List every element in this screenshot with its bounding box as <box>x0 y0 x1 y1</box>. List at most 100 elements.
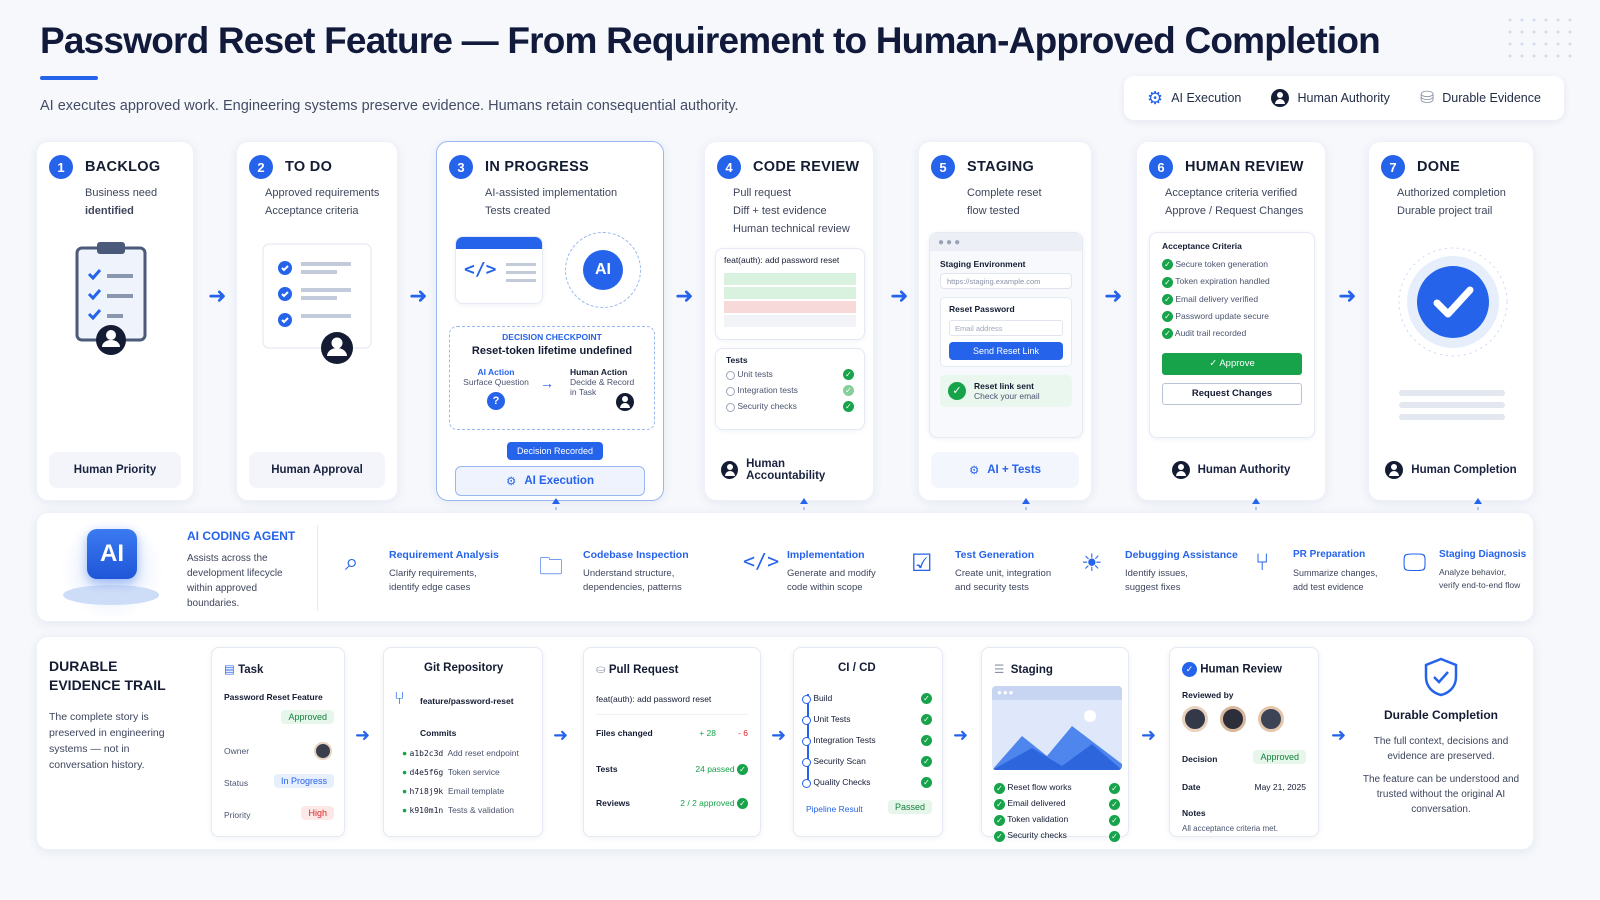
legend-evidence-label: Durable Evidence <box>1442 91 1541 105</box>
circle-icon <box>726 386 735 396</box>
legend-evidence: ⛁ Durable Evidence <box>1420 88 1541 108</box>
stage-number: 7 <box>1381 155 1405 179</box>
files-label: Files changed <box>596 728 653 738</box>
stage-desc-line: Approved requirements <box>265 187 380 199</box>
ai-orb: AI <box>565 232 641 308</box>
legend-human-label: Human Authority <box>1297 91 1390 105</box>
pipeline-step: Integration Tests ✓ <box>802 730 932 751</box>
stage-desc-line: Business need <box>85 187 158 199</box>
commit-hash: d4e5f6g <box>409 768 444 777</box>
check-icon: ✓ <box>994 782 1005 794</box>
human-review-header: ✓ Human Review <box>1182 662 1282 677</box>
send-reset-link-button[interactable]: Send Reset Link <box>949 342 1063 360</box>
test-row: Security checks ✓ <box>726 401 854 412</box>
stage-title: STAGING <box>967 159 1035 175</box>
stage-desc-line: flow tested <box>967 205 1020 217</box>
ai-coding-agent-panel: AI AI CODING AGENT Assists across the de… <box>36 512 1534 622</box>
stage-title: TO DO <box>285 159 333 175</box>
server-icon: ☰ <box>994 664 1005 676</box>
circle-icon <box>726 402 735 412</box>
completion-title: Durable Completion <box>1383 708 1498 722</box>
git-card: Git Repository ⑂ feature/password-reset … <box>383 647 543 837</box>
stage-desc-line: identified <box>85 205 134 217</box>
criteria-label: Token expiration handled <box>1175 276 1270 287</box>
pipeline-result-label: Pipeline Result <box>806 804 863 814</box>
diff-added <box>724 273 856 285</box>
check-icon: ✓ <box>994 830 1005 842</box>
check-icon: ✓ <box>1162 276 1173 288</box>
stage-number: 6 <box>1149 155 1173 179</box>
stage-footer-label: AI Execution <box>524 475 594 487</box>
reviews-value: 2 / 2 approved ✓ <box>680 798 748 810</box>
email-field[interactable]: Email address <box>949 320 1063 336</box>
stage-number: 4 <box>717 155 741 179</box>
criteria-item: ✓ Secure token generation <box>1162 259 1302 271</box>
chip-icon: ⚙ <box>1147 87 1164 108</box>
ci-cd-card: CI / CD Build ✓ Unit Tests ✓ Integration T… <box>793 647 943 837</box>
sent-notice: ✓ Reset link sent Check your email <box>940 375 1072 407</box>
monitor-icon: 🖵 <box>1403 549 1427 576</box>
task-card: ▤ Task Password Reset Feature Approved O… <box>211 647 345 837</box>
stage-desc: AI-assisted implementation Tests created <box>485 184 617 220</box>
form-title: Reset Password <box>949 304 1015 314</box>
staging-header: ☰ Staging <box>994 662 1053 676</box>
ai-action: AI Action Surface Question ? <box>460 367 532 410</box>
pr-title: Pull Request <box>608 664 679 676</box>
stage-done: 7 DONE Authorized completion Durable proj… <box>1368 141 1534 501</box>
commit-row: ● d4e5f6g Token service <box>402 767 542 786</box>
ci-title: CI / CD <box>838 662 876 674</box>
criteria-item: ✓ Audit trail recorded <box>1162 328 1302 340</box>
check-icon: ✓ <box>994 814 1005 826</box>
stage-desc-line: AI-assisted implementation <box>485 187 618 199</box>
arrow-icon: ➜ <box>553 725 569 745</box>
chip-icon: ⚙ <box>968 465 980 477</box>
branch-icon: ⑂ <box>394 688 405 708</box>
status-label: Status <box>224 778 249 788</box>
stage-footer: ⚙ AI Execution <box>455 466 645 496</box>
test-row: Integration tests ✓ <box>726 385 854 396</box>
tests-label: Tests <box>596 764 618 774</box>
stage-desc: Business need identified <box>85 184 157 220</box>
branch-icon: ⑂ <box>1255 549 1270 576</box>
capability-desc-line: Analyze behavior, <box>1439 567 1507 577</box>
arrow-icon: ➜ <box>1331 725 1347 745</box>
stage-human-review: 6 HUMAN REVIEW Acceptance criteria verif… <box>1136 141 1326 501</box>
code-lines <box>506 263 536 266</box>
step-label: Security Scan <box>813 756 866 767</box>
commit-row: ● a1b2c3d Add reset endpoint <box>402 748 542 767</box>
capability-desc-line: add test evidence <box>1293 582 1364 592</box>
circle-icon <box>802 757 811 767</box>
commit-hash: k910m1n <box>409 806 444 815</box>
approve-button[interactable]: ✓ Approve <box>1162 353 1302 376</box>
reviewed-by-label: Reviewed by <box>1182 690 1234 700</box>
landscape-icon <box>992 710 1122 770</box>
check-icon: ✓ <box>843 369 854 380</box>
request-changes-button[interactable]: Request Changes <box>1162 383 1302 406</box>
browser-dots: ●●● <box>930 233 1082 251</box>
criteria-label: Password update secure <box>1175 310 1269 321</box>
stage-desc-line: Acceptance criteria verified <box>1165 187 1298 199</box>
arrow-icon: ➜ <box>953 725 969 745</box>
reviews-label: Reviews <box>596 798 631 808</box>
check-icon: ✓ <box>843 401 854 412</box>
check-icon: ✓ <box>921 756 932 767</box>
browser-dots: ●●● <box>992 686 1122 700</box>
durable-completion: Durable Completion The full context, dec… <box>1361 657 1521 817</box>
stage-title: IN PROGRESS <box>485 159 590 175</box>
checkpoint-label: DECISION CHECKPOINT <box>502 332 602 342</box>
status-badge: In Progress <box>273 774 334 788</box>
step-label: Quality Checks <box>813 777 871 788</box>
database-icon: ⛁ <box>1420 88 1435 107</box>
title-underline <box>40 76 98 80</box>
arrow-icon: ➜ <box>355 725 371 745</box>
code-icon: </> <box>743 549 780 573</box>
stage-footer: Human Authority <box>1149 452 1313 488</box>
check-icon: ✓ <box>737 798 748 810</box>
folder-search-icon: 🗀 <box>539 553 563 580</box>
person-icon <box>1271 89 1290 107</box>
stage-title: HUMAN REVIEW <box>1185 159 1304 175</box>
stage-number: 2 <box>249 155 273 179</box>
stage-backlog: 1 BACKLOG Business need identified Human … <box>36 141 194 501</box>
approve-label: Approve <box>1219 358 1255 370</box>
pipeline-step: Build ✓ <box>802 688 932 709</box>
